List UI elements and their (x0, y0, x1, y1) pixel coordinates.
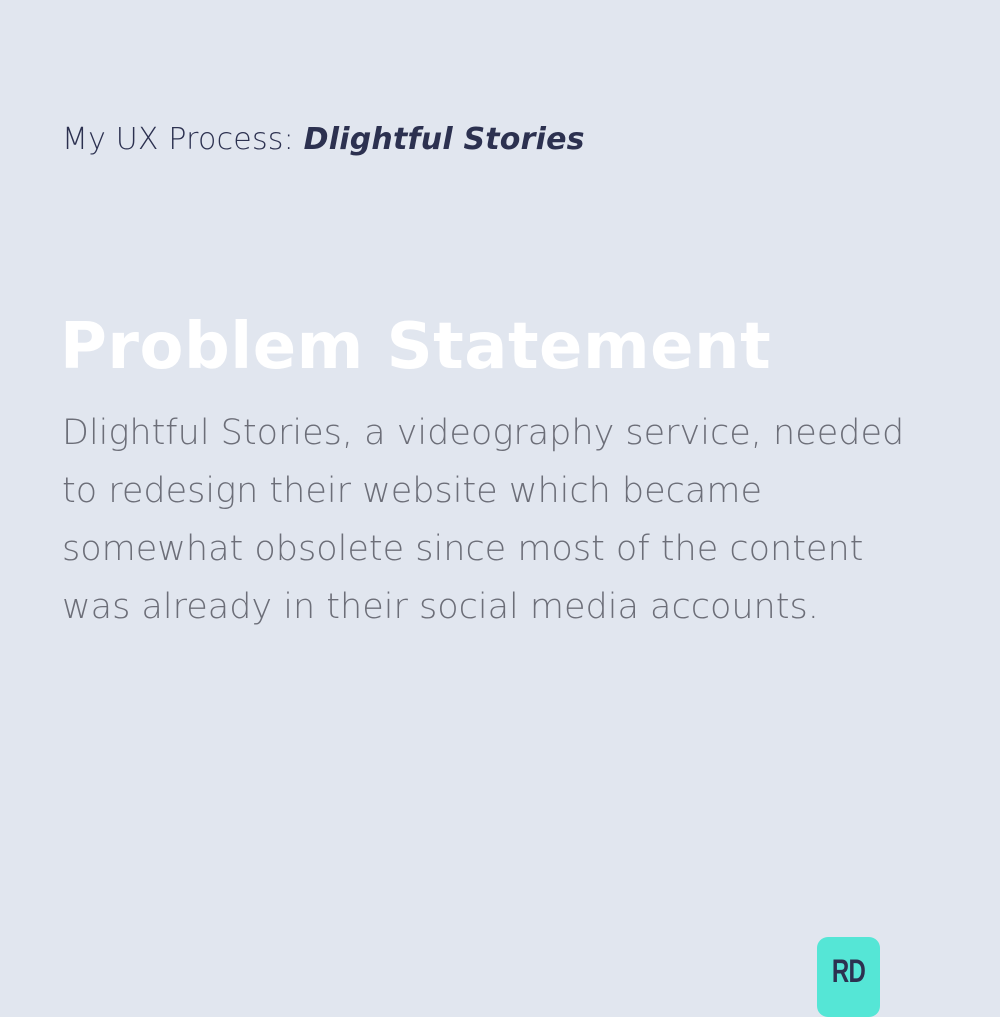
section-title: Problem Statement (60, 310, 772, 384)
problem-statement-text: Dlightful Stories, a videography service… (62, 413, 905, 627)
rd-logo: RD (817, 937, 880, 1017)
logo-text: RD (831, 953, 866, 989)
process-kicker: My UX Process: Dlightful Stories (62, 122, 585, 157)
project-name: Dlightful Stories (303, 122, 585, 157)
kicker-prefix: My UX Process: (62, 122, 304, 157)
